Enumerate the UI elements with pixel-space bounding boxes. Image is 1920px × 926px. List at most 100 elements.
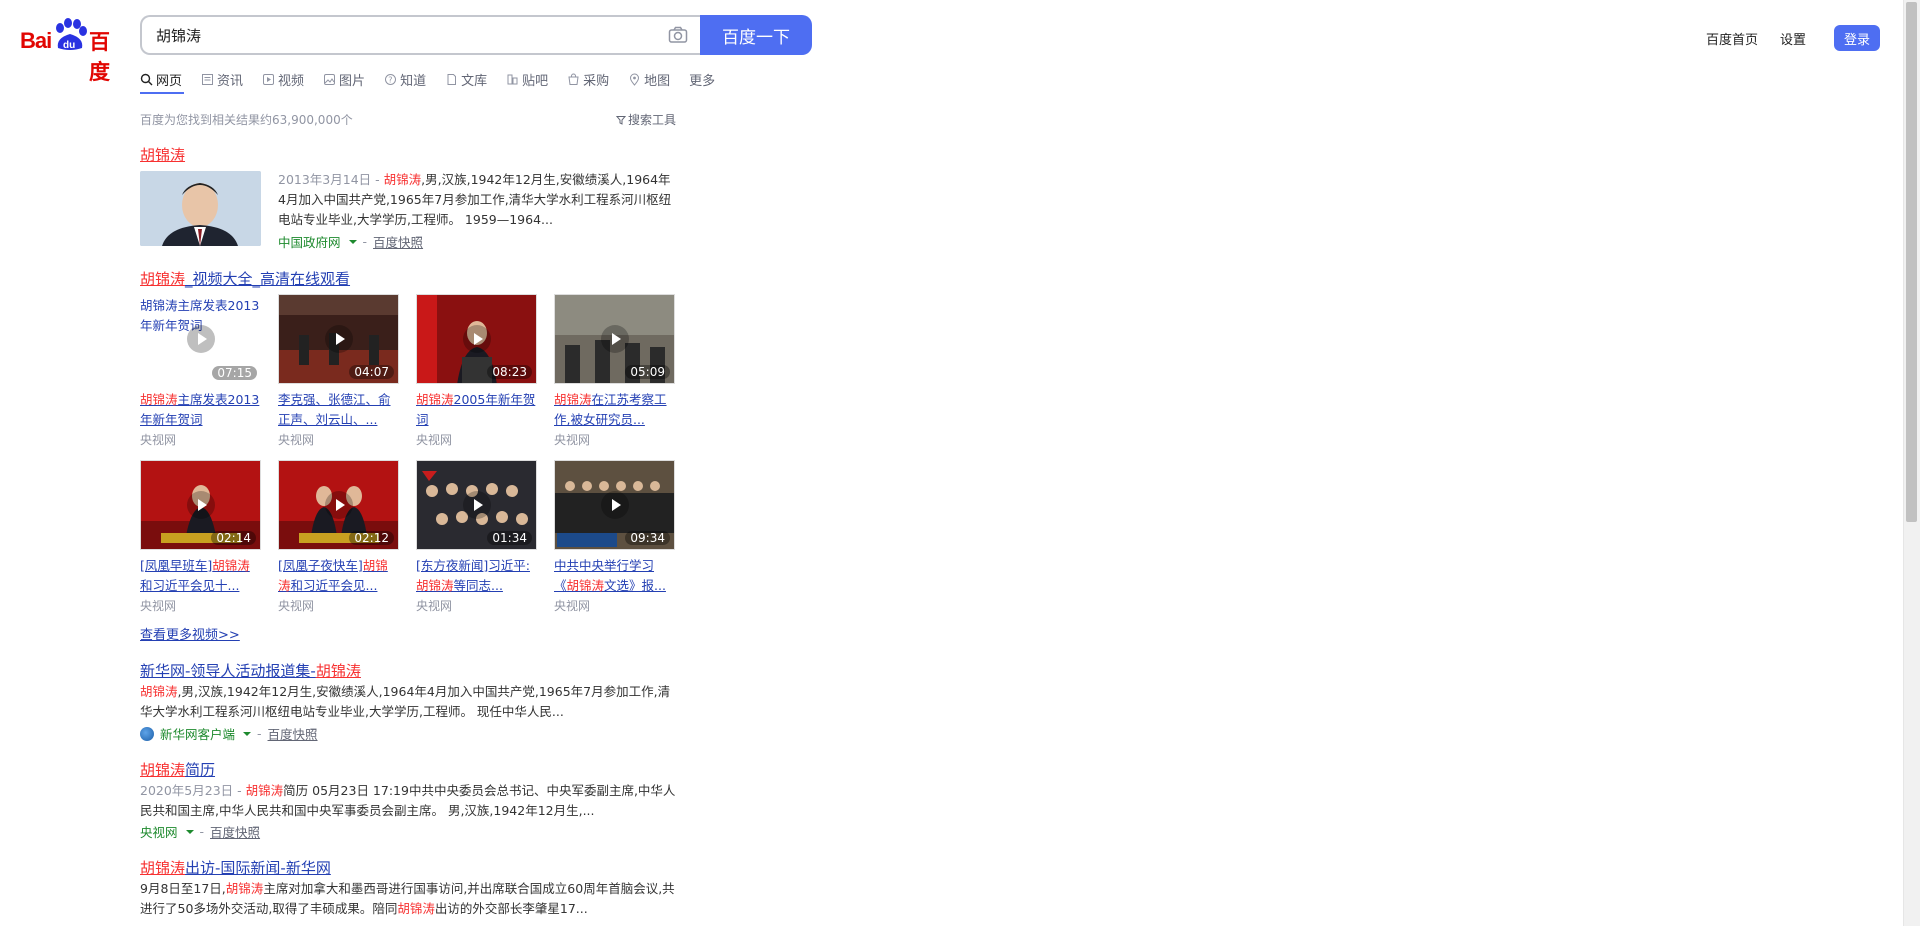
tab-image[interactable]: 图片 — [323, 68, 365, 90]
video-thumbnail[interactable]: 胡锦涛主席发表2013年新年贺词 07:15 — [140, 294, 261, 384]
tab-zhidao[interactable]: ? 知道 — [384, 68, 426, 90]
video-duration: 09:34 — [625, 531, 670, 545]
video-duration: 05:09 — [625, 365, 670, 379]
video-card[interactable]: 08:23 胡锦涛2005年新年贺词 央视网 — [416, 294, 537, 450]
baidu-logo[interactable]: Bai du 百度 — [20, 18, 124, 84]
video-section-title[interactable]: 胡锦涛_视频大全_高清在线观看 — [140, 268, 350, 289]
tab-map[interactable]: 地图 — [628, 68, 670, 90]
result-thumbnail[interactable] — [140, 171, 261, 246]
search-button[interactable]: 百度一下 — [700, 15, 812, 55]
video-thumbnail[interactable]: 01:34 — [416, 460, 537, 550]
video-title[interactable]: 胡锦涛主席发表2013年新年贺词 — [140, 390, 261, 430]
map-icon — [630, 73, 640, 86]
tab-tieba[interactable]: 贴吧 — [506, 68, 548, 90]
source-name[interactable]: 中国政府网 — [278, 232, 341, 251]
source-name[interactable]: 新华网客户端 — [160, 724, 235, 743]
camera-icon[interactable] — [668, 26, 688, 44]
tab-wenku[interactable]: 文库 — [445, 68, 487, 90]
video-title-pre: [凤凰早班车] — [140, 558, 213, 573]
video-source: 央视网 — [140, 599, 177, 613]
video-thumbnail[interactable]: 05:09 — [554, 294, 675, 384]
tab-caigou[interactable]: 采购 — [567, 68, 609, 90]
tab-more[interactable]: 更多 — [689, 68, 715, 90]
video-title[interactable]: [凤凰早班车]胡锦涛和习近平会见十... — [140, 556, 261, 596]
home-link[interactable]: 百度首页 — [1706, 29, 1758, 48]
highlight-term: 胡锦涛 — [397, 901, 435, 916]
chevron-down-icon[interactable] — [185, 829, 194, 834]
result-count: 百度为您找到相关结果约63,900,000个 — [140, 113, 353, 127]
login-button[interactable]: 登录 — [1833, 25, 1880, 51]
result-source-3: 新华网客户端 - 百度快照 — [140, 724, 318, 743]
snapshot-link[interactable]: 百度快照 — [373, 232, 423, 251]
search-tools-label: 搜索工具 — [628, 113, 677, 127]
paw-icon: du — [56, 18, 87, 51]
search-input[interactable] — [156, 25, 636, 45]
video-thumbnail[interactable]: 09:34 — [554, 460, 675, 550]
settings-link[interactable]: 设置 — [1780, 29, 1806, 48]
result-title-em: 胡锦涛 — [315, 662, 361, 680]
result-title-rest: 简历 — [185, 761, 216, 779]
video-duration: 02:12 — [349, 531, 394, 545]
chevron-down-icon[interactable] — [243, 731, 252, 736]
tab-web[interactable]: 网页 — [140, 68, 182, 90]
video-card[interactable]: 09:34 中共中央举行学习《胡锦涛文选》报... 央视网 — [554, 460, 675, 616]
scrollbar-thumb[interactable] — [1906, 2, 1917, 522]
result-date: 2013年3月14日 - — [278, 172, 384, 187]
shop-icon — [568, 73, 579, 85]
video-card[interactable]: 胡锦涛主席发表2013年新年贺词 07:15 胡锦涛主席发表2013年新年贺词 … — [140, 294, 261, 450]
video-card[interactable]: 02:12 [凤凰子夜快车]胡锦涛和习近平会见... 央视网 — [278, 460, 399, 616]
video-thumbnail[interactable]: 08:23 — [416, 294, 537, 384]
video-title[interactable]: [东方夜新闻]习近平: 胡锦涛等同志... — [416, 556, 537, 596]
result-title-4[interactable]: 胡锦涛简历 — [140, 759, 215, 780]
image-icon — [324, 73, 336, 85]
video-title-rest: 和习近平会见... — [290, 578, 378, 593]
video-card[interactable]: 02:14 [凤凰早班车]胡锦涛和习近平会见十... 央视网 — [140, 460, 261, 616]
video-title[interactable]: 胡锦涛在江苏考察工作,被女研究员... — [554, 390, 675, 430]
result-source-1: 中国政府网 - 百度快照 — [278, 232, 424, 251]
result-title-1[interactable]: 胡锦涛 — [140, 144, 185, 165]
video-card[interactable]: 04:07 李克强、张德江、俞正声、刘云山、... 央视网 — [278, 294, 399, 450]
highlight-term: 胡锦涛 — [416, 392, 454, 407]
document-icon — [447, 73, 457, 85]
source-name[interactable]: 央视网 — [140, 822, 178, 841]
news-icon — [202, 73, 214, 85]
chevron-down-icon[interactable] — [348, 239, 357, 244]
video-source: 央视网 — [416, 599, 453, 613]
video-duration: 07:15 — [212, 366, 257, 380]
video-card[interactable]: 01:34 [东方夜新闻]习近平: 胡锦涛等同志... 央视网 — [416, 460, 537, 616]
scrollbar[interactable] — [1903, 0, 1920, 926]
play-icon — [462, 325, 491, 353]
result-date: 2020年5月23日 - — [140, 783, 246, 798]
result-title-3[interactable]: 新华网-领导人活动报道集-胡锦涛 — [140, 660, 361, 681]
video-card[interactable]: 05:09 胡锦涛在江苏考察工作,被女研究员... 央视网 — [554, 294, 675, 450]
video-source: 央视网 — [554, 433, 591, 447]
result-title-5[interactable]: 胡锦涛出访-国际新闻-新华网 — [140, 857, 331, 878]
svg-text:?: ? — [388, 75, 392, 84]
highlight-term: 胡锦涛 — [383, 172, 422, 187]
video-title[interactable]: 李克强、张德江、俞正声、刘云山、... — [278, 390, 399, 430]
video-thumbnail[interactable]: 04:07 — [278, 294, 399, 384]
search-tools-button[interactable]: 搜索工具 — [616, 111, 676, 128]
video-title-pre: [东方夜新闻]习近平: — [416, 558, 530, 573]
tab-label: 视频 — [278, 73, 305, 89]
play-icon — [324, 325, 353, 353]
tab-label: 采购 — [583, 73, 610, 89]
video-title[interactable]: [凤凰子夜快车]胡锦涛和习近平会见... — [278, 556, 399, 596]
video-title-rest: 文选》报... — [604, 578, 666, 593]
video-thumbnail[interactable]: 02:14 — [140, 460, 261, 550]
tab-video[interactable]: 视频 — [262, 68, 304, 90]
logo-cn: 百度 — [89, 30, 110, 84]
snapshot-link[interactable]: 百度快照 — [210, 822, 260, 841]
snapshot-link[interactable]: 百度快照 — [268, 724, 318, 743]
video-title[interactable]: 中共中央举行学习《胡锦涛文选》报... — [554, 556, 675, 596]
tab-label: 文库 — [461, 73, 488, 89]
video-title-rest: 等同志... — [453, 578, 503, 593]
abstract-text: 9月8日至17日, — [140, 881, 226, 896]
portrait-image — [140, 171, 261, 246]
tab-news[interactable]: 资讯 — [201, 68, 243, 90]
video-thumbnail[interactable]: 02:12 — [278, 460, 399, 550]
highlight-term: 胡锦涛 — [225, 881, 264, 896]
more-videos-link[interactable]: 查看更多视频>> — [140, 624, 240, 643]
result-abstract-1: 2013年3月14日 - 胡锦涛,男,汉族,1942年12月生,安徽绩溪人,19… — [278, 170, 674, 230]
video-title[interactable]: 胡锦涛2005年新年贺词 — [416, 390, 537, 430]
